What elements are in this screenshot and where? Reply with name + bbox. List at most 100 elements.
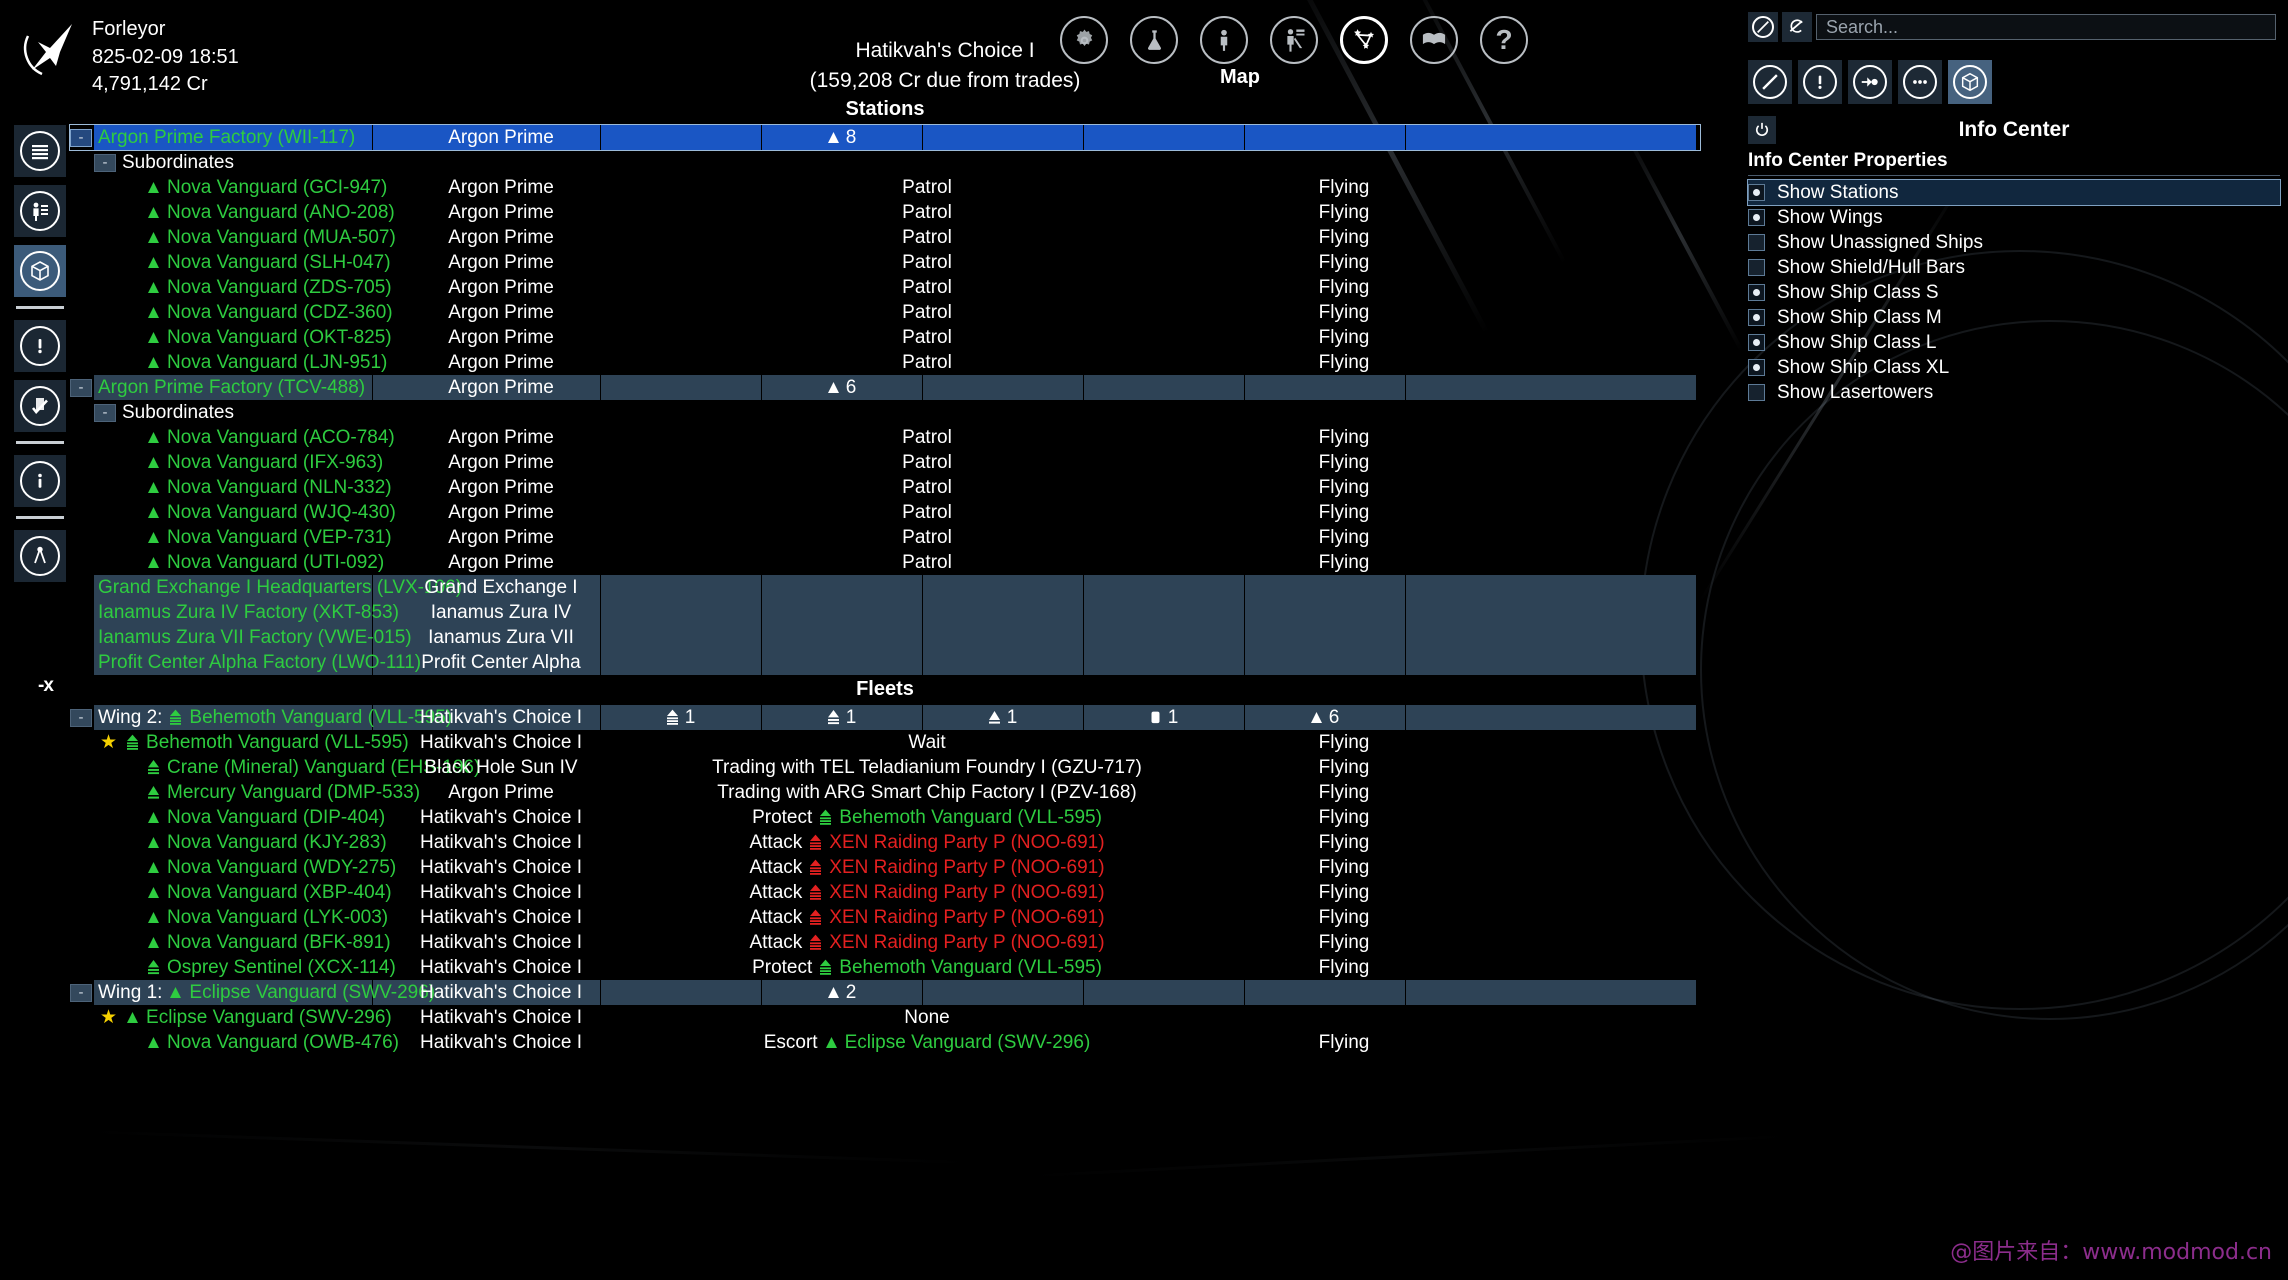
ship-row[interactable]: Crane (Mineral) Vanguard (EHS-196) Black … bbox=[70, 755, 1700, 780]
ship-row[interactable]: Nova Vanguard (XBP-404) Hatikvah's Choice… bbox=[70, 880, 1700, 905]
target-cursor-icon[interactable] bbox=[1848, 60, 1892, 104]
ship-row[interactable]: Nova Vanguard (ACO-784) Argon Prime Patrol… bbox=[70, 425, 1700, 450]
property-toggle-show-shield-hull-bars[interactable]: Show Shield/Hull Bars bbox=[1748, 255, 2280, 280]
order-target-label[interactable]: XEN Raiding Party P (NOO-691) bbox=[829, 832, 1104, 854]
row-name-cell[interactable]: Nova Vanguard (BFK-891) bbox=[146, 930, 391, 955]
ship-row[interactable]: Nova Vanguard (ANO-208) Argon Prime Patrol… bbox=[70, 200, 1700, 225]
row-name-cell[interactable]: Ianamus Zura VII Factory (VWE-015) bbox=[98, 625, 412, 650]
row-expander[interactable]: - bbox=[94, 154, 116, 172]
no-filter-icon[interactable] bbox=[1748, 60, 1792, 104]
ship-row[interactable]: Nova Vanguard (WJQ-430) Argon Prime Patrol… bbox=[70, 500, 1700, 525]
ship-row[interactable]: Nova Vanguard (MUA-507) Argon Prime Patrol… bbox=[70, 225, 1700, 250]
station-row[interactable]: - Argon Prime Factory (TCV-488) Argon Prim… bbox=[70, 375, 1700, 400]
row-name-cell[interactable]: Nova Vanguard (NLN-332) bbox=[146, 475, 392, 500]
order-target-label[interactable]: XEN Raiding Party P (NOO-691) bbox=[829, 882, 1104, 904]
row-name-cell[interactable]: Nova Vanguard (KJY-283) bbox=[146, 830, 387, 855]
group-row[interactable]: - Subordinates bbox=[70, 150, 1700, 175]
row-expander[interactable]: - bbox=[70, 709, 92, 727]
row-name-cell[interactable]: Osprey Sentinel (XCX-114) bbox=[146, 955, 396, 980]
checkbox[interactable] bbox=[1748, 184, 1765, 201]
order-target-label[interactable]: Behemoth Vanguard (VLL-595) bbox=[839, 807, 1102, 829]
ship-row[interactable]: Nova Vanguard (SLH-047) Argon Prime Patrol… bbox=[70, 250, 1700, 275]
ship-row[interactable]: Nova Vanguard (IFX-963) Argon Prime Patrol… bbox=[70, 450, 1700, 475]
row-name-cell[interactable]: Nova Vanguard (WJQ-430) bbox=[146, 500, 396, 525]
ship-row[interactable]: Nova Vanguard (UTI-092) Argon Prime Patrol… bbox=[70, 550, 1700, 575]
more-options-icon[interactable] bbox=[1898, 60, 1942, 104]
gear-icon[interactable] bbox=[1060, 16, 1108, 64]
property-toggle-show-ship-class-l[interactable]: Show Ship Class L bbox=[1748, 330, 2280, 355]
ship-row[interactable]: Nova Vanguard (NLN-332) Argon Prime Patrol… bbox=[70, 475, 1700, 500]
station-row[interactable]: - Argon Prime Factory (WII-117) Argon Prim… bbox=[69, 124, 1701, 151]
order-target-label[interactable]: XEN Raiding Party P (NOO-691) bbox=[829, 907, 1104, 929]
row-name-cell[interactable]: Nova Vanguard (MUA-507) bbox=[146, 225, 396, 250]
close-fleets-tab[interactable]: -x bbox=[38, 675, 54, 697]
property-toggle-show-wings[interactable]: Show Wings bbox=[1748, 205, 2280, 230]
person-icon[interactable] bbox=[1200, 16, 1248, 64]
crew-icon[interactable] bbox=[1270, 16, 1318, 64]
checkbox[interactable] bbox=[1748, 209, 1765, 226]
help-question-icon[interactable]: ? bbox=[1480, 16, 1528, 64]
station-row[interactable]: Ianamus Zura VII Factory (VWE-015) Ianamu… bbox=[70, 625, 1700, 650]
station-row[interactable]: Grand Exchange I Headquarters (LVX-106) G… bbox=[70, 575, 1700, 600]
row-name-cell[interactable]: Nova Vanguard (CDZ-360) bbox=[146, 300, 393, 325]
sidebar-item-object-list[interactable] bbox=[14, 125, 66, 177]
ship-row[interactable]: Nova Vanguard (OWB-476) Hatikvah's Choice… bbox=[70, 1030, 1700, 1055]
row-name-cell[interactable]: Nova Vanguard (UTI-092) bbox=[146, 550, 384, 575]
wing-row[interactable]: - Wing 1: Eclipse Vanguard (SWV-296) Hatikv… bbox=[70, 980, 1700, 1005]
ship-row[interactable]: Nova Vanguard (GCI-947) Argon Prime Patrol… bbox=[70, 175, 1700, 200]
map-constellation-icon[interactable] bbox=[1340, 16, 1388, 64]
filter-off-icon[interactable] bbox=[1748, 12, 1778, 42]
station-row[interactable]: Ianamus Zura IV Factory (XKT-853) Ianamus… bbox=[70, 600, 1700, 625]
row-name-cell[interactable]: Nova Vanguard (IFX-963) bbox=[146, 450, 383, 475]
flask-icon[interactable] bbox=[1130, 16, 1178, 64]
property-toggle-show-stations[interactable]: Show Stations bbox=[1747, 179, 2281, 206]
sidebar-item-info-center[interactable] bbox=[14, 245, 66, 297]
row-name-cell[interactable]: Nova Vanguard (DIP-404) bbox=[146, 805, 385, 830]
group-row[interactable]: - Subordinates bbox=[70, 400, 1700, 425]
row-name-cell[interactable]: Nova Vanguard (GCI-947) bbox=[146, 175, 387, 200]
order-target-label[interactable]: XEN Raiding Party P (NOO-691) bbox=[829, 932, 1104, 954]
row-expander[interactable]: - bbox=[70, 379, 92, 397]
checkbox[interactable] bbox=[1748, 309, 1765, 326]
row-name-cell[interactable]: Nova Vanguard (ZDS-705) bbox=[146, 275, 392, 300]
checkbox[interactable] bbox=[1748, 259, 1765, 276]
row-name-cell[interactable]: Nova Vanguard (ACO-784) bbox=[146, 425, 395, 450]
row-name-cell[interactable]: Nova Vanguard (VEP-731) bbox=[146, 525, 392, 550]
sidebar-item-info[interactable] bbox=[14, 455, 66, 507]
ship-row[interactable]: Nova Vanguard (DIP-404) Hatikvah's Choice… bbox=[70, 805, 1700, 830]
ship-row[interactable]: Nova Vanguard (LJN-951) Argon Prime Patrol… bbox=[70, 350, 1700, 375]
order-target-label[interactable]: Eclipse Vanguard (SWV-296) bbox=[845, 1032, 1091, 1054]
alert-exclamation-icon[interactable] bbox=[1798, 60, 1842, 104]
ship-row[interactable]: Nova Vanguard (ZDS-705) Argon Prime Patrol… bbox=[70, 275, 1700, 300]
sidebar-item-measure[interactable] bbox=[14, 530, 66, 582]
ship-row[interactable]: Nova Vanguard (CDZ-360) Argon Prime Patrol… bbox=[70, 300, 1700, 325]
property-toggle-show-ship-class-xl[interactable]: Show Ship Class XL bbox=[1748, 355, 2280, 380]
sidebar-item-missions[interactable] bbox=[14, 380, 66, 432]
book-icon[interactable] bbox=[1410, 16, 1458, 64]
row-name-cell[interactable]: Argon Prime Factory (TCV-488) bbox=[98, 375, 365, 400]
row-name-cell[interactable]: Ianamus Zura IV Factory (XKT-853) bbox=[98, 600, 399, 625]
row-name-cell[interactable]: Nova Vanguard (LYK-003) bbox=[146, 905, 388, 930]
checkbox[interactable] bbox=[1748, 384, 1765, 401]
row-name-cell[interactable]: Nova Vanguard (WDY-275) bbox=[146, 855, 396, 880]
station-row[interactable]: Profit Center Alpha Factory (LWO-111) Pro… bbox=[70, 650, 1700, 675]
search-input[interactable]: Search... bbox=[1816, 14, 2276, 40]
property-toggle-show-unassigned-ships[interactable]: Show Unassigned Ships bbox=[1748, 230, 2280, 255]
row-name-cell[interactable]: Nova Vanguard (OWB-476) bbox=[146, 1030, 399, 1055]
row-name-cell[interactable]: Nova Vanguard (ANO-208) bbox=[146, 200, 395, 225]
sidebar-item-personnel[interactable] bbox=[14, 185, 66, 237]
checkbox[interactable] bbox=[1748, 334, 1765, 351]
row-name-cell[interactable]: Subordinates bbox=[122, 150, 234, 175]
row-expander[interactable]: - bbox=[70, 984, 92, 1002]
property-toggle-show-ship-class-s[interactable]: Show Ship Class S bbox=[1748, 280, 2280, 305]
order-target-label[interactable]: Behemoth Vanguard (VLL-595) bbox=[839, 957, 1102, 979]
ship-row[interactable]: Nova Vanguard (OKT-825) Argon Prime Patrol… bbox=[70, 325, 1700, 350]
checkbox[interactable] bbox=[1748, 284, 1765, 301]
ship-row[interactable]: Nova Vanguard (WDY-275) Hatikvah's Choice… bbox=[70, 855, 1700, 880]
ship-row[interactable]: Osprey Sentinel (XCX-114) Hatikvah's Choi… bbox=[70, 955, 1700, 980]
row-name-cell[interactable]: ★ Behemoth Vanguard (VLL-595) bbox=[100, 730, 409, 755]
ship-row[interactable]: ★ Behemoth Vanguard (VLL-595) Hatikvah's C… bbox=[70, 730, 1700, 755]
row-name-cell[interactable]: Nova Vanguard (SLH-047) bbox=[146, 250, 391, 275]
ship-row[interactable]: Nova Vanguard (VEP-731) Argon Prime Patrol… bbox=[70, 525, 1700, 550]
row-name-cell[interactable]: Nova Vanguard (XBP-404) bbox=[146, 880, 392, 905]
